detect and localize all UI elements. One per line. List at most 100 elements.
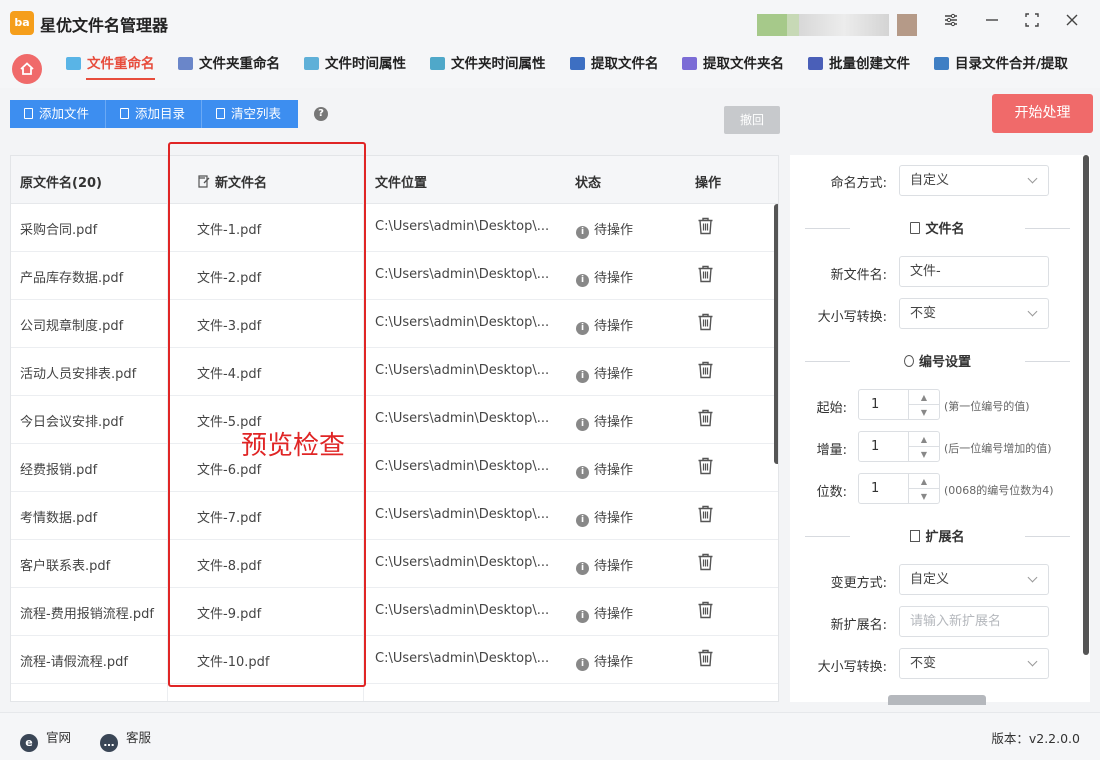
help-icon[interactable]: ? <box>314 107 328 121</box>
original-filename: 采购合同.pdf <box>20 223 98 238</box>
extension-section-title: 扩展名 <box>805 526 1070 546</box>
new-name-input[interactable]: 文件- <box>899 256 1049 287</box>
ext-case-select[interactable]: 不变 <box>899 648 1049 679</box>
table-row[interactable]: 经费报销.pdf 文件-6.pdf C:\Users\admin\Desktop\.… <box>11 444 778 492</box>
minimize-icon[interactable] <box>981 12 1003 34</box>
tab-file-time[interactable]: 文件时间属性 <box>304 54 406 82</box>
user-avatar-blurred[interactable] <box>757 14 927 36</box>
chevron-up-icon[interactable]: ▲ <box>908 432 939 447</box>
chevron-up-icon[interactable]: ▲ <box>908 474 939 489</box>
status-text: 待操作 <box>594 319 634 334</box>
file-location: C:\Users\admin\Desktop\... <box>375 459 550 474</box>
table-row[interactable] <box>11 684 778 701</box>
main-nav: 文件重命名 文件夹重命名 文件时间属性 文件夹时间属性 提取文件名 提取文件夹名… <box>0 46 1100 88</box>
delete-icon[interactable] <box>697 649 714 671</box>
header-location: 文件位置 <box>375 176 428 191</box>
section-label: 扩展名 <box>925 530 965 545</box>
file-icon <box>910 222 921 234</box>
delete-icon[interactable] <box>697 361 714 383</box>
support-link[interactable]: … 客服 <box>100 727 151 752</box>
ext-mode-label: 变更方式: <box>830 576 887 591</box>
home-button[interactable] <box>12 54 42 84</box>
chevron-down-icon <box>1027 572 1038 583</box>
tab-batch-create[interactable]: 批量创建文件 <box>808 54 910 82</box>
close-icon[interactable] <box>1061 12 1083 34</box>
info-icon: i <box>576 562 589 575</box>
numbering-section-title: 编号设置 <box>805 351 1070 371</box>
maximize-icon[interactable] <box>1021 12 1043 34</box>
delete-icon[interactable] <box>697 265 714 287</box>
delete-icon[interactable] <box>697 217 714 239</box>
status-text: 待操作 <box>594 463 634 478</box>
delete-icon[interactable] <box>697 553 714 575</box>
clear-list-button[interactable]: 清空列表 <box>202 100 298 128</box>
extract-filename-icon <box>570 57 585 70</box>
tab-extract-filename[interactable]: 提取文件名 <box>570 54 659 82</box>
file-location: C:\Users\admin\Desktop\... <box>375 507 550 522</box>
version-text: 版本：v2.2.0.0 <box>991 731 1080 746</box>
tab-folder-time[interactable]: 文件夹时间属性 <box>430 54 546 82</box>
add-file-button[interactable]: 添加文件 <box>10 100 106 128</box>
case-select[interactable]: 不变 <box>899 298 1049 329</box>
step-stepper[interactable]: 1 ▲ ▼ <box>858 431 940 462</box>
panel-partial-button[interactable] <box>888 695 986 705</box>
delete-icon[interactable] <box>697 409 714 431</box>
start-hint: (第一位编号的值) <box>944 400 1030 413</box>
settings-icon[interactable] <box>940 12 962 34</box>
settings-panel: 命名方式: 自定义 文件名 新文件名: 文件- 大小写转换: 不变 编号设置 起… <box>790 155 1090 702</box>
chevron-up-icon[interactable]: ▲ <box>908 390 939 405</box>
file-location: C:\Users\admin\Desktop\... <box>375 555 550 570</box>
start-processing-button[interactable]: 开始处理 <box>992 94 1093 133</box>
delete-icon[interactable] <box>697 313 714 335</box>
title-bar: ba 星优文件名管理器 <box>0 0 1100 46</box>
naming-mode-select[interactable]: 自定义 <box>899 165 1049 196</box>
panel-scrollbar[interactable] <box>1083 155 1089 655</box>
delete-icon[interactable] <box>697 601 714 623</box>
naming-mode-label: 命名方式: <box>830 176 887 191</box>
chevron-down-icon <box>1027 173 1038 184</box>
tab-folder-rename[interactable]: 文件夹重命名 <box>178 54 280 82</box>
flag-icon <box>910 530 921 542</box>
ext-mode-select[interactable]: 自定义 <box>899 564 1049 595</box>
table-row[interactable]: 活动人员安排表.pdf 文件-4.pdf C:\Users\admin\Deskto… <box>11 348 778 396</box>
original-filename: 今日会议安排.pdf <box>20 415 124 430</box>
info-icon: i <box>576 370 589 383</box>
table-row[interactable]: 考情数据.pdf 文件-7.pdf C:\Users\admin\Desktop\.… <box>11 492 778 540</box>
delete-icon[interactable] <box>697 505 714 527</box>
tab-file-rename[interactable]: 文件重命名 <box>66 54 155 82</box>
new-ext-input[interactable]: 请输入新扩展名 <box>899 606 1049 637</box>
table-row[interactable]: 客户联系表.pdf 文件-8.pdf C:\Users\admin\Desktop\… <box>11 540 778 588</box>
tab-label: 文件夹时间属性 <box>451 56 546 72</box>
tab-extract-foldername[interactable]: 提取文件夹名 <box>682 54 784 82</box>
chevron-down-icon[interactable]: ▼ <box>908 489 939 504</box>
add-directory-button[interactable]: 添加目录 <box>106 100 202 128</box>
chevron-down-icon[interactable]: ▼ <box>908 447 939 462</box>
file-icon <box>24 108 33 119</box>
table-row[interactable]: 流程-费用报销流程.pdf 文件-9.pdf C:\Users\admin\Desk… <box>11 588 778 636</box>
dir-merge-icon <box>934 57 949 70</box>
status-cell: i 待操作 <box>576 315 633 335</box>
table-row[interactable]: 公司规章制度.pdf 文件-3.pdf C:\Users\admin\Desktop… <box>11 300 778 348</box>
start-stepper[interactable]: 1 ▲ ▼ <box>858 389 940 420</box>
status-text: 待操作 <box>594 415 634 430</box>
tab-dir-merge[interactable]: 目录文件合并/提取 <box>934 54 1068 82</box>
digits-stepper[interactable]: 1 ▲ ▼ <box>858 473 940 504</box>
step-label: 增量: <box>816 443 847 458</box>
info-icon: i <box>576 514 589 527</box>
website-link[interactable]: e 官网 <box>20 727 71 752</box>
table-row[interactable]: 流程-请假流程.pdf 文件-10.pdf C:\Users\admin\Deskt… <box>11 636 778 684</box>
chevron-down-icon[interactable]: ▼ <box>908 405 939 420</box>
table-row[interactable]: 采购合同.pdf 文件-1.pdf C:\Users\admin\Desktop\.… <box>11 204 778 252</box>
delete-icon[interactable] <box>697 457 714 479</box>
stepper-value: 1 <box>871 481 880 496</box>
stepper-value: 1 <box>871 397 880 412</box>
start-label: 起始: <box>816 401 847 416</box>
tab-label: 提取文件夹名 <box>703 56 784 72</box>
undo-button[interactable]: 撤回 <box>724 106 780 134</box>
section-label: 文件名 <box>925 222 965 237</box>
status-text: 待操作 <box>594 223 634 238</box>
table-row[interactable]: 产品库存数据.pdf 文件-2.pdf C:\Users\admin\Desktop… <box>11 252 778 300</box>
new-ext-label: 新扩展名: <box>830 618 887 633</box>
table-row[interactable]: 今日会议安排.pdf 文件-5.pdf C:\Users\admin\Desktop… <box>11 396 778 444</box>
table-scrollbar[interactable] <box>774 204 778 464</box>
